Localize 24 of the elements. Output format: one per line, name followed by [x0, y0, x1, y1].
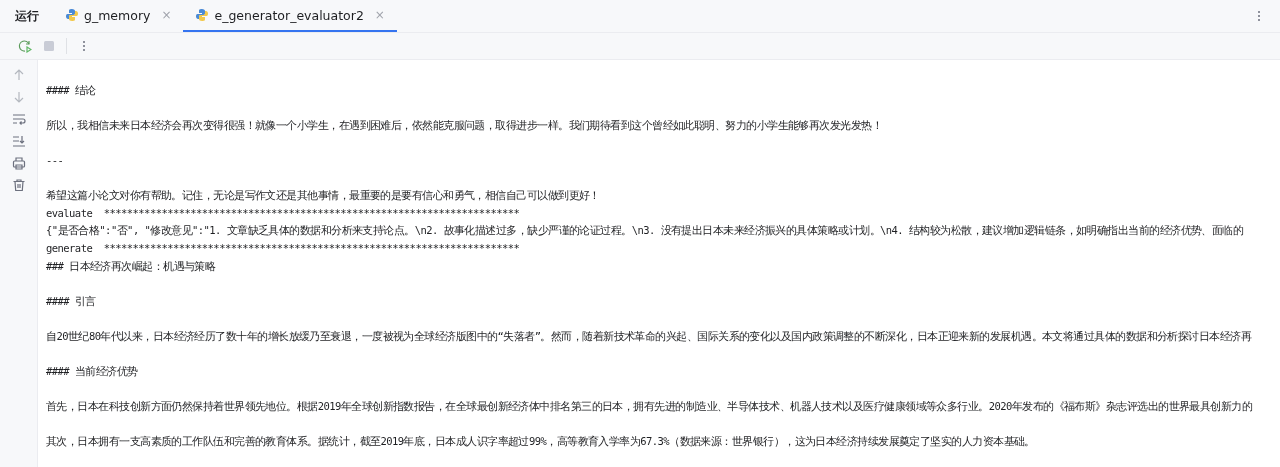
- console-line: #### 当前经济优势: [46, 364, 138, 380]
- scroll-to-end-icon[interactable]: [11, 134, 26, 148]
- stop-icon[interactable]: [42, 39, 56, 53]
- console-line: ---: [46, 152, 64, 168]
- console-line: #### 结论: [46, 82, 96, 98]
- console-line: 希望这篇小论文对你有帮助。记住，无论是写作文还是其他事情，最重要的是要有信心和勇气，相信自己可以做到更好！: [46, 188, 600, 204]
- python-file-icon: [195, 8, 210, 22]
- python-file-icon: [65, 8, 79, 22]
- run-tab[interactable]: e_generator_evaluator2 ×: [183, 0, 397, 32]
- console-line: {"是否合格":"否", "修改意见":"1. 文章缺乏具体的数据和分析来支持论点。\n2. 故事化描述过多，缺少严谨的论证过程。\n3. 没有提出日本未来经济振兴的具体策略或计划。\n4. 结构较为松散，建议增加逻辑链条，如明确指出当前的经济优势、面临的: [46, 223, 1244, 239]
- console-line: 所以，我相信未来日本经济会再次变得很强！就像一个小学生，在遇到困难后，依然能克服问题，取得进步一样。我们期待看到这个曾经如此聪明、努力的小学生能够再次发光发热！: [46, 117, 882, 133]
- console-line: evaluate ************************************************************************: [46, 205, 520, 221]
- console-line: generate ************************************************************************: [46, 240, 520, 256]
- rerun-icon[interactable]: [18, 39, 32, 53]
- console-line: 首先，日本在科技创新方面仍然保持着世界领先地位。根据2019年全球创新指数报告，在全球最创新经济体中排名第三的日本，拥有先进的制造业、半导体技术、机器人技术以及医疗健康领域等众多行业。2020年发布的《福布斯》杂志评选出的世界最具创新力的: [46, 399, 1253, 415]
- console-line: #### 引言: [46, 293, 96, 309]
- print-icon[interactable]: [11, 156, 26, 170]
- run-tab[interactable]: g_memory ×: [53, 0, 184, 32]
- soft-wrap-icon[interactable]: [11, 112, 26, 126]
- console-line: ### 日本经济再次崛起：机遇与策略: [46, 258, 216, 274]
- console-line: 其次，日本拥有一支高素质的工作队伍和完善的教育体系。据统计，截至2019年底，日本成人识字率超过99%，高等教育入学率为67.3%（数据来源：世界银行），这为日本经济持续发展奠定了坚实的人力资本基础。: [46, 434, 1035, 450]
- console-line: 自20世纪80年代以来，日本经济经历了数十年的增长放缓乃至衰退，一度被视为全球经济版图中的“失落者”。然而，随着新技术革命的兴起、国际关系的变化以及国内政策调整的不断深化，日本正迎来新的发展机遇。本文将通过具体的数据和分析探讨日本经济再: [46, 328, 1252, 344]
- trash-icon[interactable]: [11, 178, 26, 192]
- tool-window-title: 运行: [14, 7, 40, 25]
